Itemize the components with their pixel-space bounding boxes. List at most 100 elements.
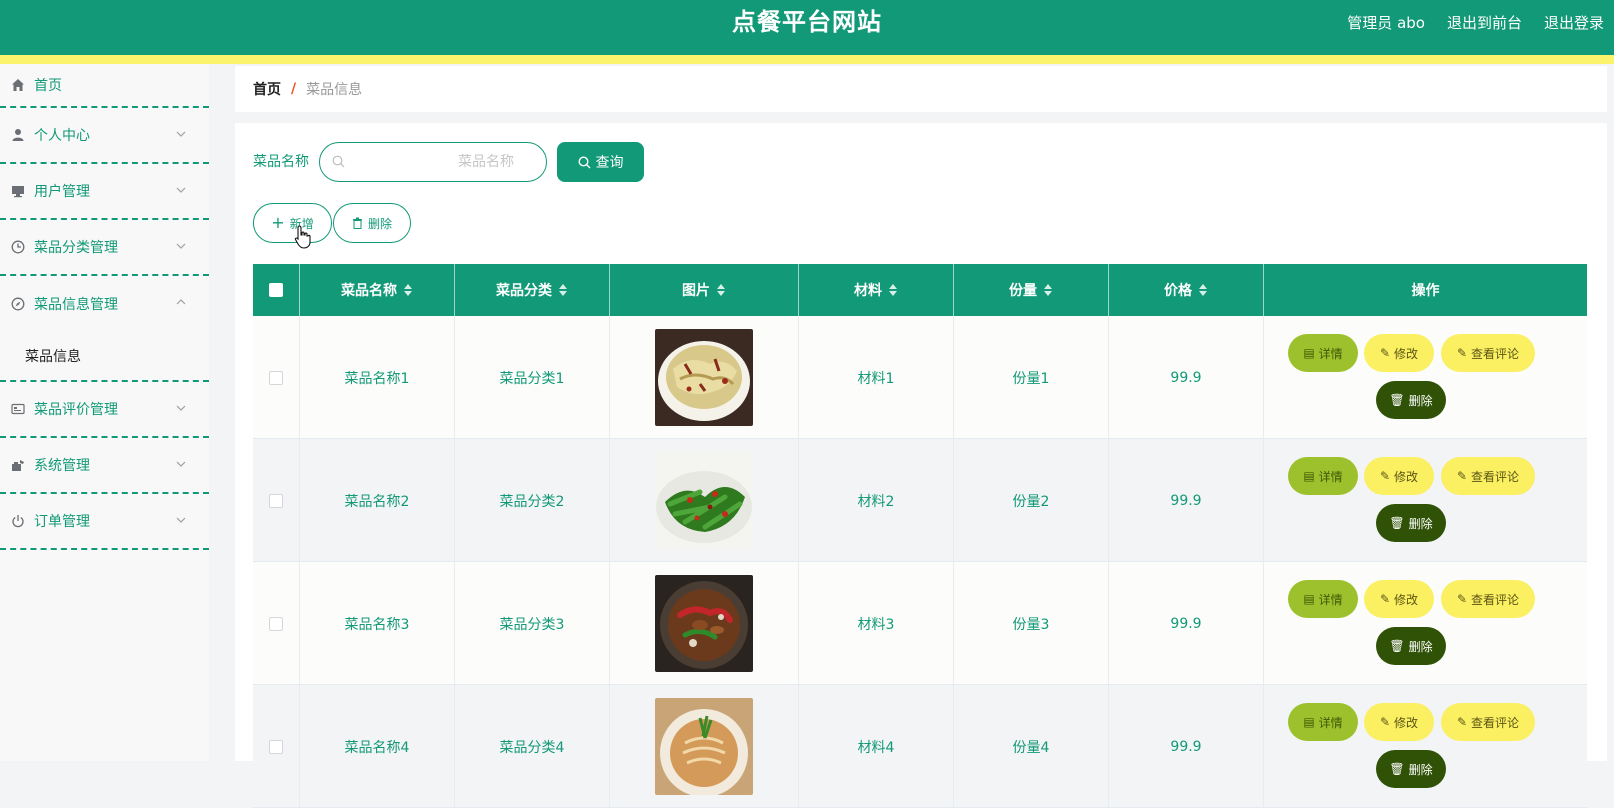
delete-button[interactable]: 🗑 删除 — [1376, 750, 1446, 788]
header-operations: 操作 — [1264, 264, 1587, 316]
cell-dish-name: 菜品名称3 — [300, 562, 455, 685]
row-checkbox[interactable] — [269, 616, 283, 631]
sidebar-item-order-management[interactable]: 订单管理 — [0, 494, 209, 550]
trash-icon: 🗑 — [1389, 639, 1405, 653]
row-checkbox[interactable] — [269, 370, 283, 385]
dish-image-cabbage[interactable] — [655, 329, 753, 426]
table-row: 菜品名称3 菜品分类3 材料3 份量3 99.9 ▤ 详情 ✎ 修改 ✎ 查看评… — [253, 562, 1587, 685]
edit-label: 修改 — [1394, 346, 1419, 361]
document-icon: ▤ — [1303, 592, 1315, 606]
review-label: 查看评论 — [1471, 346, 1520, 361]
sidebar-item-category-management[interactable]: 菜品分类管理 — [0, 220, 209, 276]
sidebar-item-user-management[interactable]: 用户管理 — [0, 164, 209, 220]
edit-label: 修改 — [1394, 715, 1419, 730]
header-category[interactable]: 菜品分类 — [455, 264, 610, 316]
delete-label: 删除 — [1408, 393, 1433, 408]
delete-button[interactable]: 🗑 删除 — [1376, 381, 1446, 419]
edit-button[interactable]: ✎ 修改 — [1364, 334, 1434, 372]
tool-icon — [10, 457, 26, 473]
row-select-cell — [253, 685, 300, 808]
delete-button[interactable]: 🗑 删除 — [1376, 504, 1446, 542]
sort-icon — [558, 283, 568, 297]
user-icon — [10, 127, 26, 143]
sidebar-item-review-management[interactable]: 菜品评价管理 — [0, 382, 209, 438]
edit-button[interactable]: ✎ 修改 — [1364, 580, 1434, 618]
query-button[interactable]: 查询 — [557, 142, 644, 182]
chevron-up-icon — [176, 299, 186, 305]
document-icon: ▤ — [1303, 469, 1315, 483]
header-accent-stripe — [0, 55, 1614, 64]
detail-button[interactable]: ▤ 详情 — [1288, 334, 1358, 372]
hand-cursor-icon — [294, 225, 311, 249]
trash-icon: 🗑 — [1389, 516, 1405, 530]
sidebar-item-home[interactable]: 首页 — [0, 64, 209, 108]
header-price[interactable]: 价格 — [1109, 264, 1264, 316]
pencil-icon: ✎ — [1456, 469, 1468, 483]
monitor-icon — [10, 183, 26, 199]
pencil-icon: ✎ — [1379, 469, 1391, 483]
breadcrumb-home[interactable]: 首页 — [253, 79, 281, 99]
detail-label: 详情 — [1318, 346, 1343, 361]
cell-dish-name: 菜品名称4 — [300, 685, 455, 808]
dish-image-noodles[interactable] — [655, 698, 753, 795]
select-all-cell — [253, 264, 300, 316]
header-label: 材料 — [854, 283, 882, 299]
main-panel: 菜品名称 查询 + 新增 删除 菜品名称 菜品分类 图片 — [235, 123, 1607, 808]
trash-icon: 🗑 — [1389, 393, 1405, 407]
search-input[interactable] — [350, 149, 540, 175]
row-checkbox[interactable] — [269, 493, 283, 508]
edit-button[interactable]: ✎ 修改 — [1364, 703, 1434, 741]
cell-image — [610, 316, 799, 439]
cell-dish-name: 菜品名称2 — [300, 439, 455, 562]
batch-delete-button[interactable]: 删除 — [333, 203, 411, 243]
cell-operations: ▤ 详情 ✎ 修改 ✎ 查看评论 🗑 删除 — [1264, 439, 1554, 562]
detail-label: 详情 — [1318, 592, 1343, 607]
header-actions: 管理员 abo 退出到前台 退出登录 — [1347, 0, 1604, 44]
header-material[interactable]: 材料 — [799, 264, 954, 316]
header-label: 图片 — [682, 283, 710, 299]
view-reviews-button[interactable]: ✎ 查看评论 — [1441, 334, 1535, 372]
sidebar-item-system-management[interactable]: 系统管理 — [0, 438, 209, 494]
cell-price: 99.9 — [1109, 439, 1264, 562]
sidebar-item-label: 菜品信息管理 — [34, 297, 118, 313]
row-select-cell — [253, 316, 300, 439]
detail-label: 详情 — [1318, 469, 1343, 484]
search-field[interactable] — [319, 142, 547, 182]
cell-operations: ▤ 详情 ✎ 修改 ✎ 查看评论 🗑 删除 — [1264, 316, 1554, 439]
exit-to-front-link[interactable]: 退出到前台 — [1447, 12, 1522, 33]
header-image[interactable]: 图片 — [610, 264, 799, 316]
cell-category: 菜品分类4 — [455, 685, 610, 808]
view-reviews-button[interactable]: ✎ 查看评论 — [1441, 580, 1535, 618]
select-all-checkbox[interactable] — [269, 283, 283, 297]
sidebar-subitem-dish-info[interactable]: 菜品信息 — [0, 332, 209, 382]
document-icon: ▤ — [1303, 715, 1315, 729]
view-reviews-button[interactable]: ✎ 查看评论 — [1441, 457, 1535, 495]
sidebar-item-label: 首页 — [34, 78, 62, 94]
header-portion[interactable]: 份量 — [954, 264, 1109, 316]
admin-user-label[interactable]: 管理员 abo — [1347, 12, 1425, 33]
dish-image-braised-meat[interactable] — [655, 575, 753, 672]
trash-icon: 🗑 — [1389, 762, 1405, 776]
review-label: 查看评论 — [1471, 592, 1520, 607]
row-checkbox[interactable] — [269, 739, 283, 754]
edit-button[interactable]: ✎ 修改 — [1364, 457, 1434, 495]
sidebar-item-personal-center[interactable]: 个人中心 — [0, 108, 209, 164]
delete-button[interactable]: 🗑 删除 — [1376, 627, 1446, 665]
edit-label: 修改 — [1394, 592, 1419, 607]
chevron-down-icon — [176, 517, 186, 523]
view-reviews-button[interactable]: ✎ 查看评论 — [1441, 703, 1535, 741]
cell-portion: 份量1 — [954, 316, 1109, 439]
cell-image — [610, 685, 799, 808]
header-dish-name[interactable]: 菜品名称 — [300, 264, 455, 316]
detail-button[interactable]: ▤ 详情 — [1288, 457, 1358, 495]
sort-icon — [403, 283, 413, 297]
logout-link[interactable]: 退出登录 — [1544, 12, 1604, 33]
cell-dish-name: 菜品名称1 — [300, 316, 455, 439]
detail-button[interactable]: ▤ 详情 — [1288, 703, 1358, 741]
sidebar-item-dish-info-management[interactable]: 菜品信息管理 — [0, 276, 209, 332]
add-button[interactable]: + 新增 — [253, 203, 332, 243]
dish-image-green-beans[interactable] — [655, 452, 753, 549]
cell-portion: 份量4 — [954, 685, 1109, 808]
breadcrumb: 首页 / 菜品信息 — [235, 66, 1607, 112]
detail-button[interactable]: ▤ 详情 — [1288, 580, 1358, 618]
